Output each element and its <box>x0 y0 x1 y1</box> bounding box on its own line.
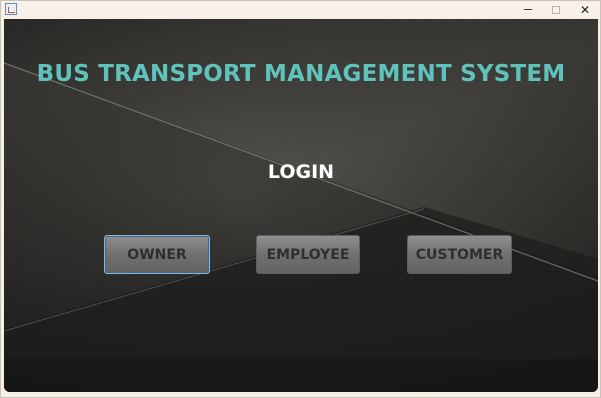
minimize-button[interactable] <box>514 1 542 18</box>
app-window: ✕ BUS TRANSPORT MANAGEMENT SYSTEM LOGIN … <box>0 0 601 398</box>
owner-button[interactable]: OWNER <box>104 235 210 274</box>
minimize-icon <box>524 9 532 10</box>
close-button[interactable]: ✕ <box>571 1 599 18</box>
app-title: BUS TRANSPORT MANAGEMENT SYSTEM <box>36 61 566 87</box>
maximize-button[interactable] <box>542 1 570 18</box>
title-bar[interactable]: ✕ <box>1 1 600 18</box>
customer-button[interactable]: CUSTOMER <box>407 235 512 274</box>
java-cup-icon <box>5 3 17 15</box>
login-panel: BUS TRANSPORT MANAGEMENT SYSTEM LOGIN OW… <box>4 19 598 392</box>
maximize-icon <box>552 5 560 14</box>
employee-button[interactable]: EMPLOYEE <box>256 235 360 274</box>
login-heading: LOGIN <box>267 161 335 183</box>
